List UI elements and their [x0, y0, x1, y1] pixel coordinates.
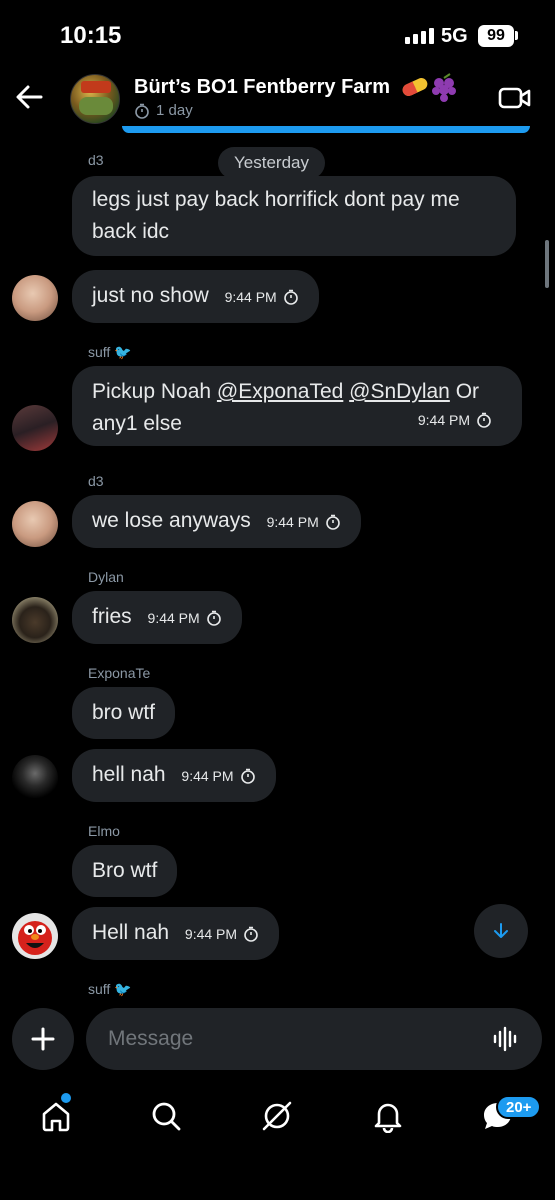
bell-icon	[374, 1103, 402, 1133]
timer-icon	[477, 412, 491, 428]
timer-icon	[283, 289, 298, 305]
message-timestamp: 9:44 PM	[148, 602, 222, 634]
timer-icon	[135, 103, 149, 119]
message-input[interactable]	[108, 1027, 468, 1051]
timer-icon	[240, 768, 255, 784]
previous-message-edge	[122, 126, 530, 133]
date-separator: Yesterday	[218, 147, 325, 179]
message-timestamp: 9:44 PM	[418, 404, 492, 436]
tab-notifications[interactable]	[368, 1096, 408, 1136]
message-text: legs just pay back horrifick dont pay me…	[92, 188, 460, 243]
timer-icon	[244, 926, 258, 942]
sender-name: d3	[88, 473, 104, 489]
scrollbar[interactable]	[545, 240, 549, 288]
message-text: fries	[92, 605, 132, 628]
messages-badge: 20+	[496, 1095, 542, 1119]
status-time: 10:15	[60, 22, 122, 49]
message-bubble[interactable]: Bro wtf	[72, 845, 178, 897]
message-bubble[interactable]: we lose anyways 9:44 PM	[72, 495, 361, 548]
message-bubble[interactable]: Pickup Noah @ExponaTed @SnDylan Or any1 …	[72, 366, 522, 446]
message-text: just no show	[92, 284, 209, 307]
tab-search[interactable]	[146, 1096, 186, 1136]
scroll-to-bottom-button[interactable]	[474, 904, 528, 958]
search-icon	[152, 1102, 181, 1131]
timer-label: 1 day	[156, 102, 193, 119]
avatar[interactable]	[12, 755, 58, 801]
battery-icon: 99	[478, 25, 514, 47]
signal-icon	[405, 28, 434, 44]
battery-tip	[515, 31, 518, 40]
disappearing-timer: 1 day	[134, 102, 193, 119]
message-text: hell nah	[92, 763, 166, 786]
home-notification-dot	[61, 1093, 71, 1103]
message-text: we lose anyways	[92, 509, 251, 532]
conversation-title[interactable]: Bürt’s BO1 Fentberry Farm	[134, 76, 390, 99]
add-attachment-button[interactable]	[12, 1008, 74, 1070]
sender-name: ExponaTe	[88, 665, 151, 681]
message-timestamp: 9:44 PM	[185, 918, 259, 950]
message-text: bro wtf	[92, 701, 156, 724]
plus-icon	[31, 1027, 55, 1051]
avatar[interactable]	[12, 501, 58, 547]
bird-emoji-icon: 🐦	[114, 344, 132, 360]
avatar[interactable]	[12, 913, 58, 959]
message-bubble[interactable]: fries 9:44 PM	[72, 591, 242, 644]
bird-emoji-icon: 🐦	[114, 981, 132, 997]
timer-icon	[206, 610, 221, 626]
avatar[interactable]	[12, 405, 58, 451]
grok-icon	[262, 1101, 292, 1131]
sender-name: suff 🐦	[88, 344, 132, 360]
video-call-icon[interactable]	[498, 86, 532, 110]
mention-link[interactable]: @ExponaTed	[217, 380, 343, 403]
timer-icon	[325, 514, 340, 530]
voice-message-icon[interactable]	[492, 1025, 520, 1053]
elmo-avatar-icon	[18, 921, 52, 955]
group-avatar[interactable]	[70, 74, 120, 124]
message-text: Hell nah	[92, 921, 170, 944]
avatar[interactable]	[12, 597, 58, 643]
message-bubble[interactable]: Hell nah 9:44 PM	[72, 907, 280, 960]
avatar[interactable]	[12, 275, 58, 321]
message-composer[interactable]	[86, 1008, 542, 1070]
grapes-emoji-icon	[432, 73, 456, 102]
message-text: Bro wtf	[92, 859, 158, 882]
message-bubble[interactable]: bro wtf	[72, 687, 176, 739]
message-bubble[interactable]: just no show 9:44 PM	[72, 270, 319, 323]
message-timestamp: 9:44 PM	[267, 506, 341, 538]
network-type: 5G	[441, 25, 468, 47]
mention-link[interactable]: @SnDylan	[349, 380, 450, 403]
tab-grok[interactable]	[257, 1096, 297, 1136]
pill-emoji-icon	[402, 78, 428, 96]
message-timestamp: 9:44 PM	[225, 281, 299, 313]
message-bubble[interactable]: hell nah 9:44 PM	[72, 749, 276, 802]
sender-name: Elmo	[88, 823, 120, 839]
message-timestamp: 9:44 PM	[181, 760, 255, 792]
sender-name: d3	[88, 152, 104, 168]
back-arrow-icon[interactable]	[14, 82, 44, 112]
home-icon	[42, 1102, 70, 1132]
message-bubble[interactable]: legs just pay back horrifick dont pay me…	[72, 176, 516, 256]
sender-name: Dylan	[88, 569, 124, 585]
tab-home[interactable]	[36, 1096, 76, 1136]
arrow-down-icon	[494, 923, 508, 938]
sender-name: suff 🐦	[88, 981, 132, 997]
